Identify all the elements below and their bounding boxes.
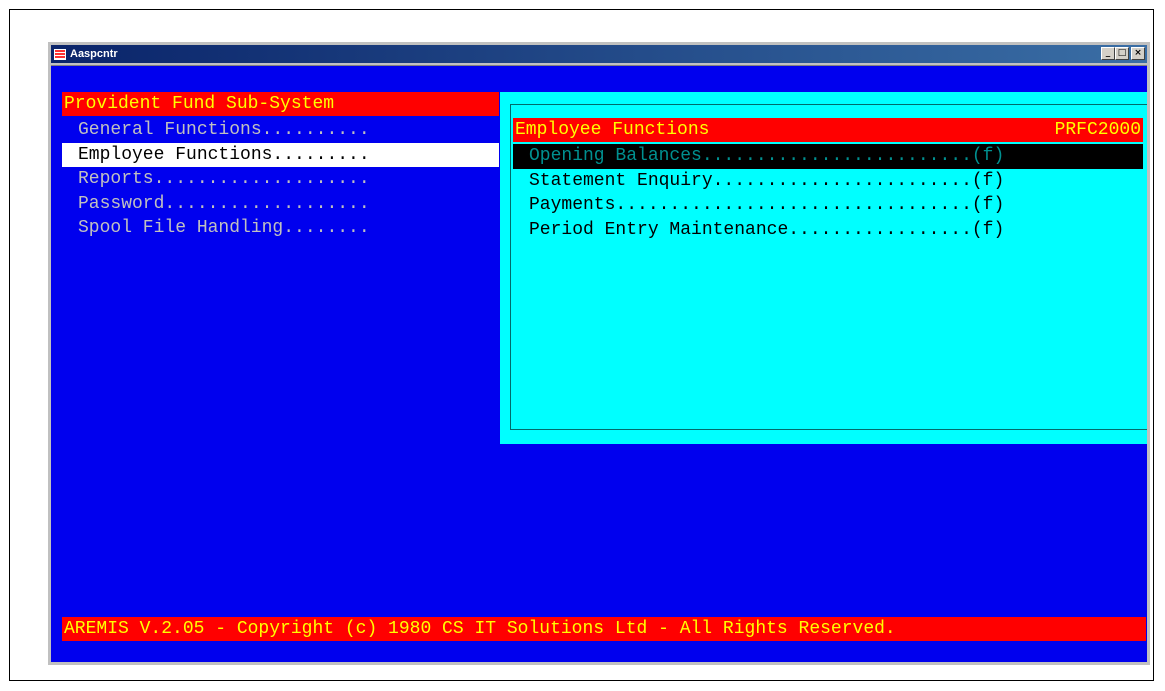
app-icon[interactable] — [54, 48, 66, 60]
menu-item-reports[interactable]: Reports.................... — [62, 167, 499, 192]
submenu-title: Employee Functions — [515, 120, 710, 140]
submenu-item-period-entry-maintenance[interactable]: Period Entry Maintenance................… — [513, 218, 1143, 243]
menu-item-employee-functions[interactable]: Employee Functions......... — [62, 142, 499, 167]
maximize-button[interactable]: □ — [1115, 47, 1129, 60]
status-bar: AREMIS V.2.05 - Copyright (c) 1980 CS IT… — [62, 617, 1146, 641]
console-screen: Provident Fund Sub-System General Functi… — [51, 65, 1147, 662]
menu-item-general-functions[interactable]: General Functions.......... — [62, 118, 499, 143]
submenu-item-opening-balances[interactable]: Opening Balances........................… — [513, 144, 1143, 169]
menu-item-password[interactable]: Password................... — [62, 192, 499, 217]
submenu-title-bar: Employee Functions PRFC2000 — [513, 118, 1143, 142]
minimize-button[interactable]: _ — [1101, 47, 1115, 60]
submenu-panel: Employee Functions PRFC2000 Opening Bala… — [500, 92, 1147, 444]
menu-item-spool-file-handling[interactable]: Spool File Handling........ — [62, 216, 499, 241]
title-bar[interactable]: Aaspcntr _ □ × — [51, 45, 1147, 63]
window-title: Aaspcntr — [70, 48, 118, 60]
subsystem-title: Provident Fund Sub-System — [62, 92, 499, 116]
window-controls: _ □ × — [1101, 47, 1145, 60]
submenu-item-payments[interactable]: Payments................................… — [513, 193, 1143, 218]
main-menu: General Functions.......... Employee Fun… — [62, 118, 499, 241]
program-code: PRFC2000 — [1054, 120, 1141, 140]
submenu-item-statement-enquiry[interactable]: Statement Enquiry.......................… — [513, 169, 1143, 194]
app-window: Aaspcntr _ □ × Provident Fund Sub-System… — [48, 42, 1150, 665]
submenu-list: Opening Balances........................… — [513, 144, 1143, 242]
close-button[interactable]: × — [1131, 47, 1145, 60]
